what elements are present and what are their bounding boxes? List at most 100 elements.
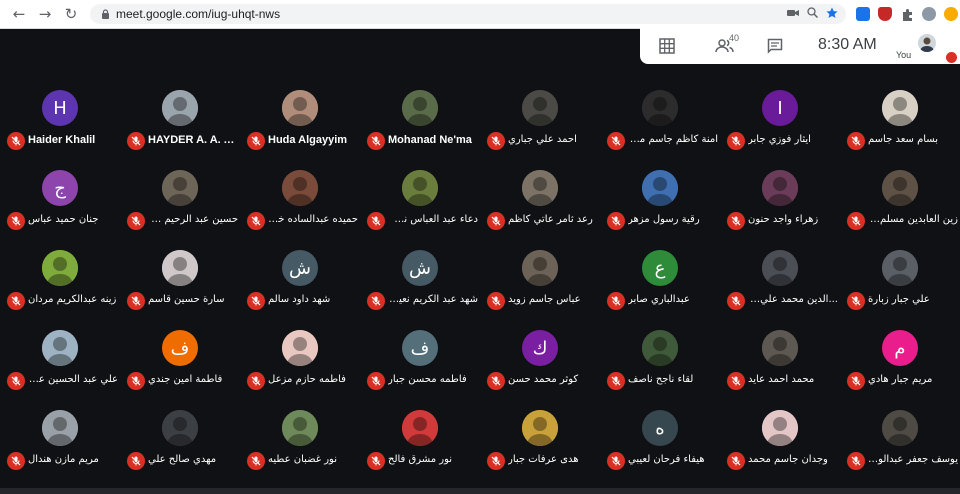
participant-tile[interactable]: مريم مازن هندال bbox=[0, 410, 120, 490]
people-button[interactable]: 40 bbox=[710, 31, 740, 61]
participant-tile[interactable]: احمد علي جباري bbox=[480, 90, 600, 170]
update-icon[interactable] bbox=[944, 7, 958, 21]
participant-tile[interactable]: ش شهد عبد الكريم نعيش bbox=[360, 250, 480, 330]
participant-tile[interactable]: علي عبد الحسين علي bbox=[0, 330, 120, 410]
meet-extension-icon[interactable] bbox=[856, 7, 870, 21]
participant-name: ايثار فوزي جابر bbox=[748, 134, 811, 145]
participant-avatar bbox=[882, 170, 918, 206]
participant-avatar bbox=[522, 250, 558, 286]
shield-extension-icon[interactable] bbox=[878, 7, 892, 21]
muted-mic-icon bbox=[727, 212, 745, 230]
muted-mic-icon bbox=[127, 372, 145, 390]
participant-tile[interactable]: سارة حسين قاسم bbox=[120, 250, 240, 330]
muted-mic-icon bbox=[487, 452, 505, 470]
participant-avatar bbox=[282, 90, 318, 126]
participant-tile[interactable]: I ايثار فوزي جابر bbox=[720, 90, 840, 170]
participant-tile[interactable]: امنة كاظم جاسم محمد bbox=[600, 90, 720, 170]
participant-name: Haider Khalil bbox=[28, 134, 96, 146]
participant-tile[interactable]: يوسف جعفر عبدالواحد bbox=[840, 410, 960, 490]
participant-tile[interactable]: H Haider Khalil bbox=[0, 90, 120, 170]
participant-avatar bbox=[402, 170, 438, 206]
muted-mic-icon bbox=[847, 452, 865, 470]
participant-tile[interactable]: ك كوثر محمد حسن bbox=[480, 330, 600, 410]
participant-tile[interactable]: علي جبار زبارة bbox=[840, 250, 960, 330]
participant-tile[interactable]: لقاء ناجح ناصف bbox=[600, 330, 720, 410]
chat-button[interactable] bbox=[760, 31, 790, 61]
participant-name: هدى عرفات جبار bbox=[508, 454, 579, 465]
participant-tile[interactable]: زهراء واجد حنون bbox=[720, 170, 840, 250]
zoom-icon[interactable] bbox=[807, 7, 819, 21]
address-bar[interactable]: meet.google.com/iug-uhqt-nws bbox=[90, 4, 846, 24]
participant-tile[interactable]: عباس جاسم زويد bbox=[480, 250, 600, 330]
participant-tile[interactable]: ش شهد داود سالم bbox=[240, 250, 360, 330]
participant-avatar bbox=[642, 330, 678, 366]
muted-mic-icon bbox=[127, 212, 145, 230]
layout-grid-button[interactable] bbox=[652, 31, 682, 61]
participant-avatar bbox=[522, 410, 558, 446]
muted-mic-icon bbox=[847, 212, 865, 230]
muted-mic-icon bbox=[7, 212, 25, 230]
participant-name: زهراء واجد حنون bbox=[748, 214, 819, 225]
participant-tile[interactable]: ...الدين محمد علي عبدالله bbox=[720, 250, 840, 330]
muted-mic-icon bbox=[7, 372, 25, 390]
reload-icon: ↻ bbox=[64, 5, 78, 23]
participant-tile[interactable]: زين العابدين مسلم محسن bbox=[840, 170, 960, 250]
participant-tile[interactable]: هدى عرفات جبار bbox=[480, 410, 600, 490]
participant-tile[interactable]: بسام سعد جاسم bbox=[840, 90, 960, 170]
muted-mic-icon bbox=[127, 132, 145, 150]
forward-icon: → bbox=[38, 5, 52, 23]
participant-avatar bbox=[282, 170, 318, 206]
participant-tile[interactable]: م مريم جبار هادي bbox=[840, 330, 960, 410]
participant-tile[interactable]: رقية رسول مزهر bbox=[600, 170, 720, 250]
forward-button[interactable]: → bbox=[34, 3, 56, 25]
self-muted-mic-icon bbox=[946, 52, 957, 63]
participant-tile[interactable]: حميده عبدالساده خيرالله bbox=[240, 170, 360, 250]
participant-avatar bbox=[162, 410, 198, 446]
participant-tile[interactable]: نور غضبان عطيه bbox=[240, 410, 360, 490]
participant-tile[interactable]: ه هيفاء فرحان لعيبي bbox=[600, 410, 720, 490]
participant-tile[interactable]: ع عبدالباري صابر bbox=[600, 250, 720, 330]
muted-mic-icon bbox=[487, 212, 505, 230]
participant-tile[interactable]: مهدي صالح علي bbox=[120, 410, 240, 490]
participant-tile[interactable]: فاطمه حازم مزعل bbox=[240, 330, 360, 410]
participant-name: هيفاء فرحان لعيبي bbox=[628, 454, 705, 465]
participant-avatar: ج bbox=[42, 170, 78, 206]
participant-tile[interactable]: Huda Algayyim bbox=[240, 90, 360, 170]
participant-tile[interactable]: دعاء عبد العباس نجف bbox=[360, 170, 480, 250]
participant-tile[interactable]: زينه عبدالكريم مردان bbox=[0, 250, 120, 330]
participant-tile[interactable]: محمد احمد عايد bbox=[720, 330, 840, 410]
participant-name: دعاء عبد العباس نجف bbox=[388, 214, 478, 225]
participant-avatar: H bbox=[42, 90, 78, 126]
muted-mic-icon bbox=[7, 452, 25, 470]
participant-tile[interactable]: نور مشرق فالح bbox=[360, 410, 480, 490]
url-text: meet.google.com/iug-uhqt-nws bbox=[116, 7, 281, 21]
camera-icon[interactable] bbox=[787, 8, 799, 21]
participant-tile[interactable]: وجدان جاسم محمد bbox=[720, 410, 840, 490]
participant-tile[interactable]: Mohanad Ne'ma bbox=[360, 90, 480, 170]
participant-tile[interactable]: ج جنان حميد عباس bbox=[0, 170, 120, 250]
muted-mic-icon bbox=[727, 292, 745, 310]
puzzle-extension-icon[interactable] bbox=[900, 7, 914, 21]
reload-button[interactable]: ↻ bbox=[60, 3, 82, 25]
participant-name: فاطمة امين جندي bbox=[148, 374, 223, 385]
participant-tile[interactable]: رعد ثامر عاتي كاظم bbox=[480, 170, 600, 250]
muted-mic-icon bbox=[367, 212, 385, 230]
participant-name: رقية رسول مزهر bbox=[628, 214, 700, 225]
participant-avatar bbox=[762, 410, 798, 446]
participant-tile[interactable]: HAYDER A. A. A... bbox=[120, 90, 240, 170]
participant-tile[interactable]: حسين عبد الرحيم موسى bbox=[120, 170, 240, 250]
participant-avatar: ك bbox=[522, 330, 558, 366]
profile-avatar[interactable] bbox=[922, 7, 936, 21]
participant-name: مريم مازن هندال bbox=[28, 454, 99, 465]
participant-tile[interactable]: ف فاطمه محسن جبار bbox=[360, 330, 480, 410]
back-button[interactable]: ← bbox=[8, 3, 30, 25]
bookmark-star-icon[interactable] bbox=[826, 7, 838, 22]
participant-name: علي جبار زبارة bbox=[868, 294, 930, 305]
participant-avatar bbox=[282, 410, 318, 446]
participant-avatar bbox=[402, 90, 438, 126]
participant-name: كوثر محمد حسن bbox=[508, 374, 579, 385]
participant-tile[interactable]: ف فاطمة امين جندي bbox=[120, 330, 240, 410]
participant-name: علي عبد الحسين علي bbox=[28, 374, 118, 385]
participant-avatar bbox=[762, 170, 798, 206]
muted-mic-icon bbox=[127, 292, 145, 310]
